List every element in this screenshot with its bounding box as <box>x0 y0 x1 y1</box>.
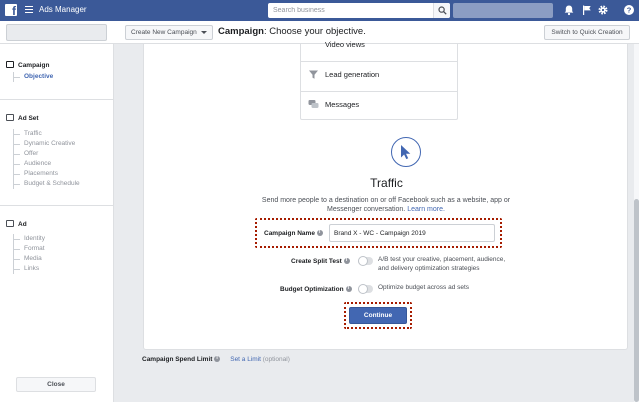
cursor-icon <box>401 145 411 160</box>
sidebar-item-format[interactable]: Format <box>14 244 45 254</box>
continue-button[interactable]: Continue <box>349 307 407 324</box>
ad-icon <box>6 220 14 227</box>
funnel-icon <box>309 70 318 79</box>
close-button[interactable]: Close <box>16 377 96 392</box>
spend-limit-label: Campaign Spend Limit <box>142 356 213 363</box>
objective-video-views-partial[interactable]: Video views <box>325 40 365 49</box>
scrollbar[interactable] <box>634 44 639 402</box>
sidebar-item-media[interactable]: Media <box>14 254 45 264</box>
sidebar-item-audience[interactable]: Audience <box>14 159 80 169</box>
sidebar-section-campaign[interactable]: Campaign <box>6 61 49 70</box>
main-content: Video views Lead generation Messages Tra… <box>114 40 634 402</box>
objective-card: Video views Lead generation Messages Tra… <box>143 40 628 350</box>
grid-icon <box>6 114 14 121</box>
objective-messages[interactable]: Messages <box>301 91 457 116</box>
split-test-label: Create Split Test <box>291 256 350 266</box>
budget-optimization-toggle[interactable] <box>358 284 373 294</box>
sidebar-section-ad-set[interactable]: Ad Set <box>6 114 39 123</box>
budget-optimization-label-text: Budget Optimization <box>280 286 344 293</box>
split-test-description: A/B test your creative, placement, audie… <box>378 256 506 272</box>
help-icon[interactable]: ? <box>623 4 635 16</box>
info-icon[interactable] <box>345 284 352 293</box>
objective-label: Lead generation <box>325 70 380 79</box>
objective-label: Messages <box>325 100 360 109</box>
page-title: Campaign: Choose your objective. <box>218 26 366 38</box>
campaign-header: Create New Campaign Campaign: Choose you… <box>0 21 639 44</box>
sidebar-divider <box>0 99 113 100</box>
sidebar-item-identity[interactable]: Identity <box>14 234 45 244</box>
sidebar-divider <box>0 205 113 206</box>
campaign-name-label: Campaign Name <box>264 228 323 238</box>
info-icon[interactable] <box>316 228 323 237</box>
budget-optimization-description: Optimize budget across ad sets <box>378 284 470 291</box>
page-title-bold: Campaign <box>218 26 264 37</box>
info-icon[interactable] <box>214 354 221 363</box>
sidebar-ad-label: Ad <box>18 221 27 228</box>
create-new-campaign-dropdown[interactable]: Create New Campaign <box>125 25 213 40</box>
sidebar-ad-items: Identity Format Media Links <box>13 234 45 274</box>
sidebar-section-ad[interactable]: Ad <box>6 220 27 229</box>
sidebar-ad-set-label: Ad Set <box>18 115 39 122</box>
search-button[interactable] <box>433 3 450 18</box>
create-new-campaign-label: Create New Campaign <box>131 29 197 36</box>
traffic-objective-icon <box>391 137 421 167</box>
set-limit-link[interactable]: Set a Limit <box>230 356 261 363</box>
optional-hint: (optional) <box>262 356 290 363</box>
objective-lead-generation[interactable]: Lead generation <box>301 61 457 86</box>
scroll-thumb[interactable] <box>634 199 639 402</box>
objective-title: Traffic <box>370 176 403 190</box>
sidebar-item-budget-schedule[interactable]: Budget & Schedule <box>14 179 80 189</box>
page-title-rest: : Choose your objective. <box>263 26 366 37</box>
objective-description: Send more people to a destination on or … <box>252 196 520 214</box>
sidebar: Campaign Objective Ad Set Traffic Dynami… <box>0 44 114 402</box>
sidebar-item-traffic[interactable]: Traffic <box>14 129 80 139</box>
bell-icon[interactable] <box>563 4 575 16</box>
chevron-down-icon <box>201 31 207 34</box>
split-test-label-text: Create Split Test <box>291 258 342 265</box>
campaign-name-label-text: Campaign Name <box>264 230 315 237</box>
sidebar-search-box[interactable] <box>6 24 107 41</box>
split-test-toggle[interactable] <box>358 256 373 266</box>
sidebar-item-links[interactable]: Links <box>14 264 45 274</box>
budget-optimization-label: Budget Optimization <box>280 284 352 294</box>
sidebar-ad-set-items: Traffic Dynamic Creative Offer Audience … <box>13 129 80 189</box>
hamburger-menu-icon[interactable] <box>25 6 33 14</box>
sidebar-campaign-items: Objective <box>13 72 53 82</box>
account-selector[interactable] <box>453 3 553 18</box>
app-title[interactable]: Ads Manager <box>39 4 87 16</box>
objective-list: Video views Lead generation Messages <box>300 40 458 120</box>
campaign-spend-limit-row: Campaign Spend Limit Set a Limit (option… <box>142 354 290 364</box>
switch-quick-creation-button[interactable]: Switch to Quick Creation <box>544 25 630 40</box>
info-icon[interactable] <box>343 256 350 265</box>
facebook-logo-icon[interactable]: f <box>5 4 17 17</box>
campaign-name-input[interactable] <box>329 224 495 242</box>
objective-description-text: Send more people to a destination on or … <box>261 197 511 213</box>
checkbox-icon <box>6 61 14 68</box>
sidebar-item-objective[interactable]: Objective <box>14 72 53 82</box>
sidebar-campaign-label: Campaign <box>18 62 50 69</box>
chat-bubbles-icon <box>308 100 319 108</box>
search-icon <box>438 6 447 15</box>
flag-icon[interactable] <box>581 4 593 16</box>
top-navigation-bar: f Ads Manager ? <box>0 0 639 21</box>
sidebar-item-dynamic-creative[interactable]: Dynamic Creative <box>14 139 80 149</box>
gear-icon[interactable] <box>597 4 609 16</box>
learn-more-link[interactable]: Learn more. <box>407 206 445 213</box>
svg-text:?: ? <box>627 6 632 15</box>
search-box <box>268 3 450 18</box>
sidebar-item-offer[interactable]: Offer <box>14 149 80 159</box>
search-input[interactable] <box>268 3 433 18</box>
sidebar-item-placements[interactable]: Placements <box>14 169 80 179</box>
